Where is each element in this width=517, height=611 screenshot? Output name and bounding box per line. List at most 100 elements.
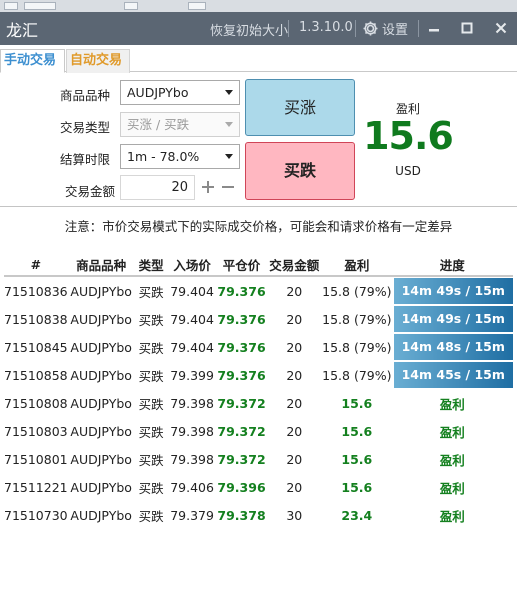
amount-label: 交易金额 [64, 184, 115, 199]
trade-type-value: 买涨 / 买跌 [127, 117, 190, 132]
trade-close-price: 79.396 [217, 479, 266, 495]
close-button[interactable] [490, 18, 512, 38]
expiry-label: 结算时限 [59, 152, 110, 167]
column-header-type[interactable]: 类型 [134, 254, 168, 277]
background-window-fragment [124, 2, 138, 10]
settings-button[interactable]: 设置 [362, 18, 408, 38]
plus-icon [202, 181, 214, 193]
trade-id: 71510836 [4, 283, 68, 299]
trade-symbol: AUDJPYbo [70, 339, 132, 355]
minus-icon [222, 186, 234, 188]
trade-progress-cell: 盈利 [392, 389, 514, 417]
background-window-strip [0, 0, 517, 12]
trade-type-select[interactable]: 买涨 / 买跌 [120, 112, 240, 137]
trade-progress-cell: 盈利 [392, 501, 514, 529]
trade-profit: 15.6 [341, 451, 373, 467]
trade-amount: 20 [286, 423, 303, 439]
column-header-symbol[interactable]: 商品品种 [67, 254, 135, 277]
trade-progress-cell: 盈利 [392, 417, 514, 445]
product-select[interactable]: AUDJPYbo [120, 80, 240, 105]
trade-close-price: 79.376 [217, 311, 266, 327]
trade-id: 71510845 [4, 339, 68, 355]
increase-amount-button[interactable] [199, 178, 217, 196]
trade-symbol: AUDJPYbo [70, 479, 132, 495]
column-header-amount[interactable]: 交易金额 [266, 254, 323, 277]
buy-down-button[interactable]: 买跌 [245, 142, 355, 200]
tab-manual-trading[interactable]: 手动交易 [0, 49, 65, 73]
trade-status-profit: 盈利 [439, 396, 465, 412]
trade-progress-cell: 14m 48s / 15m [392, 333, 513, 361]
product-label: 商品品种 [59, 88, 110, 103]
table-row[interactable]: 71510803 AUDJPYbo 买跌 79.398 79.372 20 15.6 盈利 [4, 417, 513, 445]
table-row[interactable]: 71511221 AUDJPYbo 买跌 79.406 79.396 20 15.6 盈利 [4, 473, 513, 501]
trade-symbol: AUDJPYbo [70, 283, 132, 299]
trade-status-profit: 盈利 [439, 452, 465, 468]
column-header-close-price[interactable]: 平仓价 [216, 254, 267, 277]
table-row[interactable]: 71510858 AUDJPYbo 买跌 79.399 79.376 20 15.8 (79… [4, 361, 513, 389]
decrease-amount-button[interactable] [219, 178, 237, 196]
trade-profit: 15.6 [341, 479, 373, 495]
maximize-icon [461, 22, 473, 34]
minimize-button[interactable] [423, 18, 445, 38]
trade-type: 买跌 [138, 368, 164, 384]
trades-table-body: 71510836 AUDJPYbo 买跌 79.404 79.376 20 15.8 (79… [4, 276, 513, 529]
trade-amount: 20 [286, 479, 303, 495]
trade-close-price: 79.372 [217, 395, 266, 411]
trade-id: 71510801 [4, 451, 68, 467]
progress-bar: 14m 48s / 15m [393, 334, 513, 360]
title-bar[interactable]: 龙汇 恢复初始大小 1.3.10.0 设置 [0, 12, 517, 45]
background-window-fragment [24, 2, 56, 10]
trade-id: 71511221 [4, 479, 68, 495]
trade-type: 买跌 [138, 284, 164, 300]
buy-up-button[interactable]: 买涨 [245, 79, 355, 136]
tab-auto-trading[interactable]: 自动交易 [66, 49, 130, 73]
table-row[interactable]: 71510836 AUDJPYbo 买跌 79.404 79.376 20 15.8 (79… [4, 276, 513, 305]
column-header-id[interactable]: # [4, 254, 68, 277]
trade-progress-cell: 14m 49s / 15m [392, 276, 513, 305]
maximize-button[interactable] [456, 18, 478, 38]
trade-entry-price: 79.379 [170, 507, 214, 523]
trade-entry-price: 79.398 [170, 451, 214, 467]
trade-type: 买跌 [138, 452, 164, 468]
trade-type: 买跌 [138, 340, 164, 356]
trade-id: 71510838 [4, 311, 68, 327]
trade-amount: 20 [286, 451, 303, 467]
amount-input[interactable]: 20 [120, 175, 195, 200]
trade-profit: 15.8 (79%) [322, 367, 392, 383]
trade-entry-price: 79.399 [170, 367, 214, 383]
section-divider [0, 206, 517, 207]
column-header-profit[interactable]: 盈利 [322, 254, 392, 277]
trade-amount: 20 [286, 367, 303, 383]
trade-symbol: AUDJPYbo [70, 395, 132, 411]
trade-amount: 20 [286, 339, 303, 355]
chevron-down-icon [225, 122, 233, 127]
trade-amount: 20 [286, 395, 303, 411]
version-label: 1.3.10.0 [299, 20, 353, 35]
table-row[interactable]: 71510845 AUDJPYbo 买跌 79.404 79.376 20 15.8 (79… [4, 333, 513, 361]
table-row[interactable]: 71510730 AUDJPYbo 买跌 79.379 79.378 30 23.4 盈利 [4, 501, 513, 529]
column-header-progress[interactable]: 进度 [391, 254, 513, 277]
tab-strip: 手动交易 自动交易 [0, 45, 517, 73]
trade-close-price: 79.372 [217, 423, 266, 439]
table-row[interactable]: 71510808 AUDJPYbo 买跌 79.398 79.372 20 15.6 盈利 [4, 389, 513, 417]
trade-id: 71510803 [4, 423, 68, 439]
trade-close-price: 79.376 [217, 339, 266, 355]
trade-entry-price: 79.398 [170, 395, 214, 411]
table-row[interactable]: 71510801 AUDJPYbo 买跌 79.398 79.372 20 15.6 盈利 [4, 445, 513, 473]
column-header-entry-price[interactable]: 入场价 [167, 254, 217, 277]
reset-size-link[interactable]: 恢复初始大小 [210, 20, 288, 39]
trade-type: 买跌 [138, 480, 164, 496]
trade-progress-cell: 盈利 [392, 473, 514, 501]
expiry-select[interactable]: 1m - 78.0% [120, 144, 240, 169]
table-row[interactable]: 71510838 AUDJPYbo 买跌 79.404 79.376 20 15.8 (79… [4, 305, 513, 333]
title-separator [418, 20, 419, 37]
trades-table: # 商品品种 类型 入场价 平仓价 交易金额 盈利 进度 71510836 AUD… [4, 254, 513, 529]
background-window-fragment [4, 2, 18, 10]
trade-profit: 15.8 (79%) [322, 311, 392, 327]
trade-symbol: AUDJPYbo [70, 451, 132, 467]
minimize-icon [429, 29, 439, 32]
progress-bar: 14m 45s / 15m [393, 362, 513, 388]
trade-profit: 15.8 (79%) [322, 339, 392, 355]
gear-icon [363, 21, 378, 35]
app-title: 龙汇 [6, 21, 39, 40]
